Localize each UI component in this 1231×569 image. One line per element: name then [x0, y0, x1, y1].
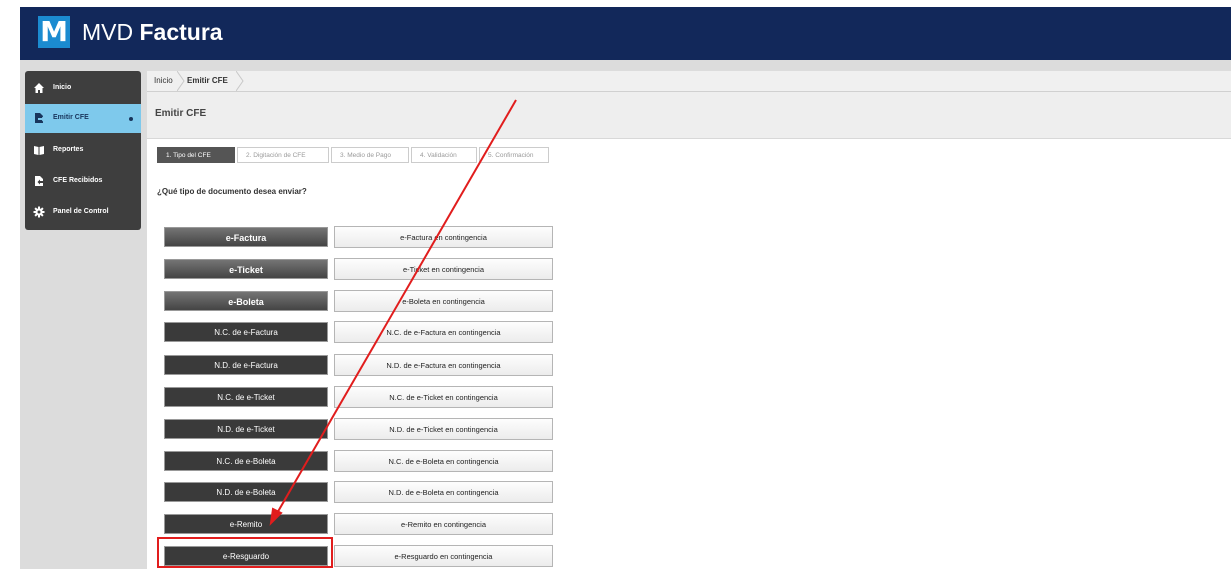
annotation-arrow: [269, 99, 517, 526]
